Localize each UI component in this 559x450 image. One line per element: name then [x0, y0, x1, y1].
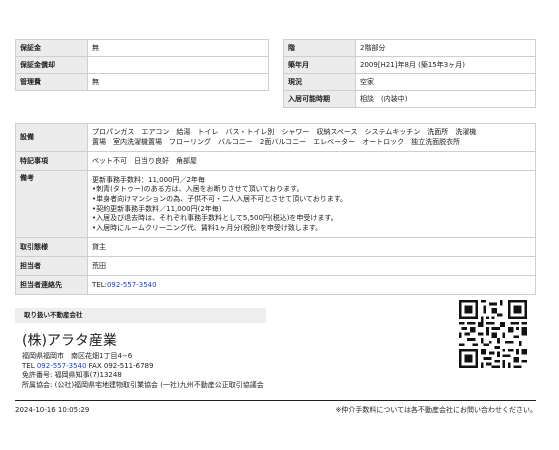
staff-value: 荒田 — [87, 256, 536, 276]
equipment-value: プロパンガス エアコン 給湯 トイレ バス・トイレ別 シャワー 収納スペース シ… — [87, 123, 536, 152]
tel-prefix: TEL: — [92, 280, 107, 289]
deposit-amortization-value — [87, 56, 269, 74]
deposit-amortization-label: 保証金償却 — [15, 56, 88, 74]
table-row: 階 2階部分 — [283, 39, 536, 57]
management-fee-label: 管理費 — [15, 73, 88, 91]
remarks-line: •刺青(タトゥー)のある方は、入居をお断りさせて頂いております。 — [92, 185, 304, 194]
fees-table: 保証金 無 保証金償却 管理費 無 — [15, 39, 269, 91]
footer-divider — [15, 400, 536, 401]
special-notes-value: ペット不可 日当り良好 角部屋 — [87, 151, 536, 171]
remarks-value: 更新事務手数料：11,000円／2年毎 •刺青(タトゥー)のある方は、入居をお断… — [87, 170, 536, 238]
deposit-label: 保証金 — [15, 39, 88, 57]
remarks-line: •入居時にルームクリーニング代、賃料1ヶ月分(税別)を申受け致します。 — [92, 223, 323, 232]
building-table: 階 2階部分 築年月 2009[H21]年8月 (築15年3ヶ月) 現況 空家 … — [283, 39, 536, 108]
status-label: 現況 — [283, 73, 356, 91]
company-fax: FAX 092-511-6789 — [88, 361, 154, 370]
license-number: 免許番号: 福岡県知事(7)13248 — [22, 371, 122, 380]
remarks-line: •入居及び退去時は、それぞれ事務手数料として5,500円(税込)を申受けます。 — [92, 214, 338, 223]
table-row: 特記事項 ペット不可 日当り良好 角部屋 — [15, 151, 536, 171]
move-in-value: 相談 (内装中) — [355, 90, 536, 108]
table-row: 備考 更新事務手数料：11,000円／2年毎 •刺青(タトゥー)のある方は、入居… — [15, 170, 536, 238]
remarks-line: •単身者向けマンションの為、子供不可・二人入居不可とさせて頂いております。 — [92, 194, 348, 203]
special-notes-label: 特記事項 — [15, 151, 88, 171]
transaction-type-value: 貸主 — [87, 237, 536, 257]
remarks-line: 更新事務手数料：11,000円／2年毎 — [92, 175, 205, 184]
staff-label: 担当者 — [15, 256, 88, 276]
equipment-line: 置場 室内洗濯機置場 フローリング バルコニー 2面バルコニー エレベーター オ… — [92, 137, 461, 146]
staff-contact-value: TEL:092-557-3540 — [87, 275, 536, 295]
move-in-label: 入居可能時期 — [283, 90, 356, 108]
table-row: 設備 プロパンガス エアコン 給湯 トイレ バス・トイレ別 シャワー 収納スペー… — [15, 123, 536, 152]
table-row: 築年月 2009[H21]年8月 (築15年3ヶ月) — [283, 56, 536, 74]
brokerage-fee-note: ※仲介手数料については各不動産会社にお問い合わせください。 — [335, 406, 537, 414]
floor-label: 階 — [283, 39, 356, 57]
staff-contact-label: 担当者連絡先 — [15, 275, 88, 295]
company-name: (株)アラタ産業 — [22, 333, 117, 349]
remarks-label: 備考 — [15, 170, 88, 238]
deposit-value: 無 — [87, 39, 269, 57]
print-timestamp: 2024-10-16 10:05:29 — [15, 406, 90, 414]
management-fee-value: 無 — [87, 73, 269, 91]
staff-tel-link[interactable]: 092-557-3540 — [107, 281, 157, 289]
built-date-value: 2009[H21]年8月 (築15年3ヶ月) — [355, 56, 536, 74]
status-value: 空家 — [355, 73, 536, 91]
equipment-line: プロパンガス エアコン 給湯 トイレ バス・トイレ別 シャワー 収納スペース シ… — [92, 127, 477, 136]
company-tel-link[interactable]: 092-557-3540 — [37, 362, 87, 370]
company-section-title: 取り扱い不動産会社 — [15, 308, 266, 323]
company-address: 福岡県福岡市 南区花畑1丁目4−6 — [22, 352, 133, 360]
table-row: 取引態様 貸主 — [15, 237, 536, 257]
company-phone-line: TEL 092-557-3540 FAX 092-511-6789 — [22, 362, 264, 372]
equipment-label: 設備 — [15, 123, 88, 152]
built-date-label: 築年月 — [283, 56, 356, 74]
association: 所属協会: (公社)福岡県宅地建物取引業協会 (一社)九州不動産公正取引協議会 — [22, 380, 264, 389]
table-row: 管理費 無 — [15, 73, 269, 91]
floor-value: 2階部分 — [355, 39, 536, 57]
tel-label: TEL — [22, 361, 35, 370]
table-row: 担当者 荒田 — [15, 256, 536, 276]
table-row: 保証金 無 — [15, 39, 269, 57]
transaction-type-label: 取引態様 — [15, 237, 88, 257]
remarks-line: •契約更新事務手数料／11,000円(2年毎) — [92, 204, 222, 213]
table-row: 現況 空家 — [283, 73, 536, 91]
details-table: 設備 プロパンガス エアコン 給湯 トイレ バス・トイレ別 シャワー 収納スペー… — [15, 123, 536, 295]
table-row: 入居可能時期 相談 (内装中) — [283, 90, 536, 108]
table-row: 担当者連絡先 TEL:092-557-3540 — [15, 275, 536, 295]
table-row: 保証金償却 — [15, 56, 269, 74]
qr-code-icon[interactable] — [459, 300, 527, 368]
company-info: 福岡県福岡市 南区花畑1丁目4−6 TEL 092-557-3540 FAX 0… — [22, 352, 264, 390]
